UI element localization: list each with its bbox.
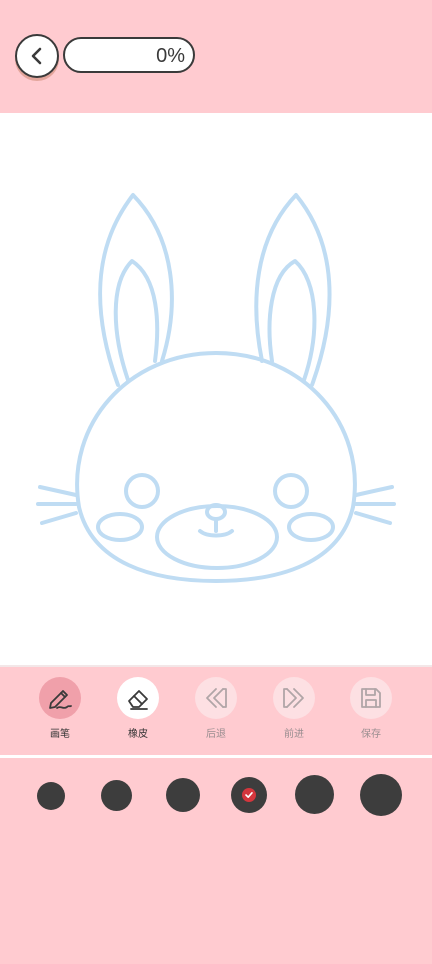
back-button[interactable] — [15, 34, 59, 78]
tool-undo[interactable]: 后退 — [181, 677, 251, 740]
brush-size-option[interactable] — [360, 774, 402, 816]
tool-label-redo: 前进 — [284, 729, 304, 740]
bunny-outline — [36, 193, 396, 583]
progress-text: 0% — [156, 45, 185, 67]
undo-icon — [206, 688, 227, 708]
tool-label-eraser: 橡皮 — [128, 729, 148, 740]
save-button[interactable] — [350, 677, 392, 719]
tool-bar: 画笔 橡皮 后退 前进 保存 — [0, 665, 432, 755]
brush-size-option-selected[interactable] — [231, 777, 267, 813]
save-icon — [361, 688, 381, 708]
tool-label-undo: 后退 — [206, 729, 226, 740]
brush-size-option[interactable] — [101, 780, 132, 811]
eraser-icon — [128, 690, 148, 710]
drawing-canvas[interactable] — [0, 113, 432, 665]
undo-button[interactable] — [195, 677, 237, 719]
tool-pencil[interactable]: 画笔 — [25, 677, 95, 740]
tool-label-save: 保存 — [361, 729, 381, 740]
progress-bar: 0% — [63, 37, 195, 73]
redo-button[interactable] — [273, 677, 315, 719]
tool-eraser[interactable]: 橡皮 — [103, 677, 173, 740]
redo-icon — [283, 688, 304, 708]
check-icon — [242, 788, 256, 802]
brush-size-option[interactable] — [295, 775, 334, 814]
tool-save[interactable]: 保存 — [336, 677, 406, 740]
top-bar: 0% — [0, 0, 432, 113]
brush-size-option[interactable] — [37, 782, 65, 810]
pencil-button[interactable] — [39, 677, 81, 719]
chevron-left-icon — [31, 47, 42, 65]
brush-size-panel — [0, 758, 432, 964]
tool-redo[interactable]: 前进 — [259, 677, 329, 740]
eraser-button[interactable] — [117, 677, 159, 719]
brush-size-option[interactable] — [166, 778, 200, 812]
tool-label-pencil: 画笔 — [50, 729, 70, 740]
pencil-icon — [49, 690, 72, 709]
